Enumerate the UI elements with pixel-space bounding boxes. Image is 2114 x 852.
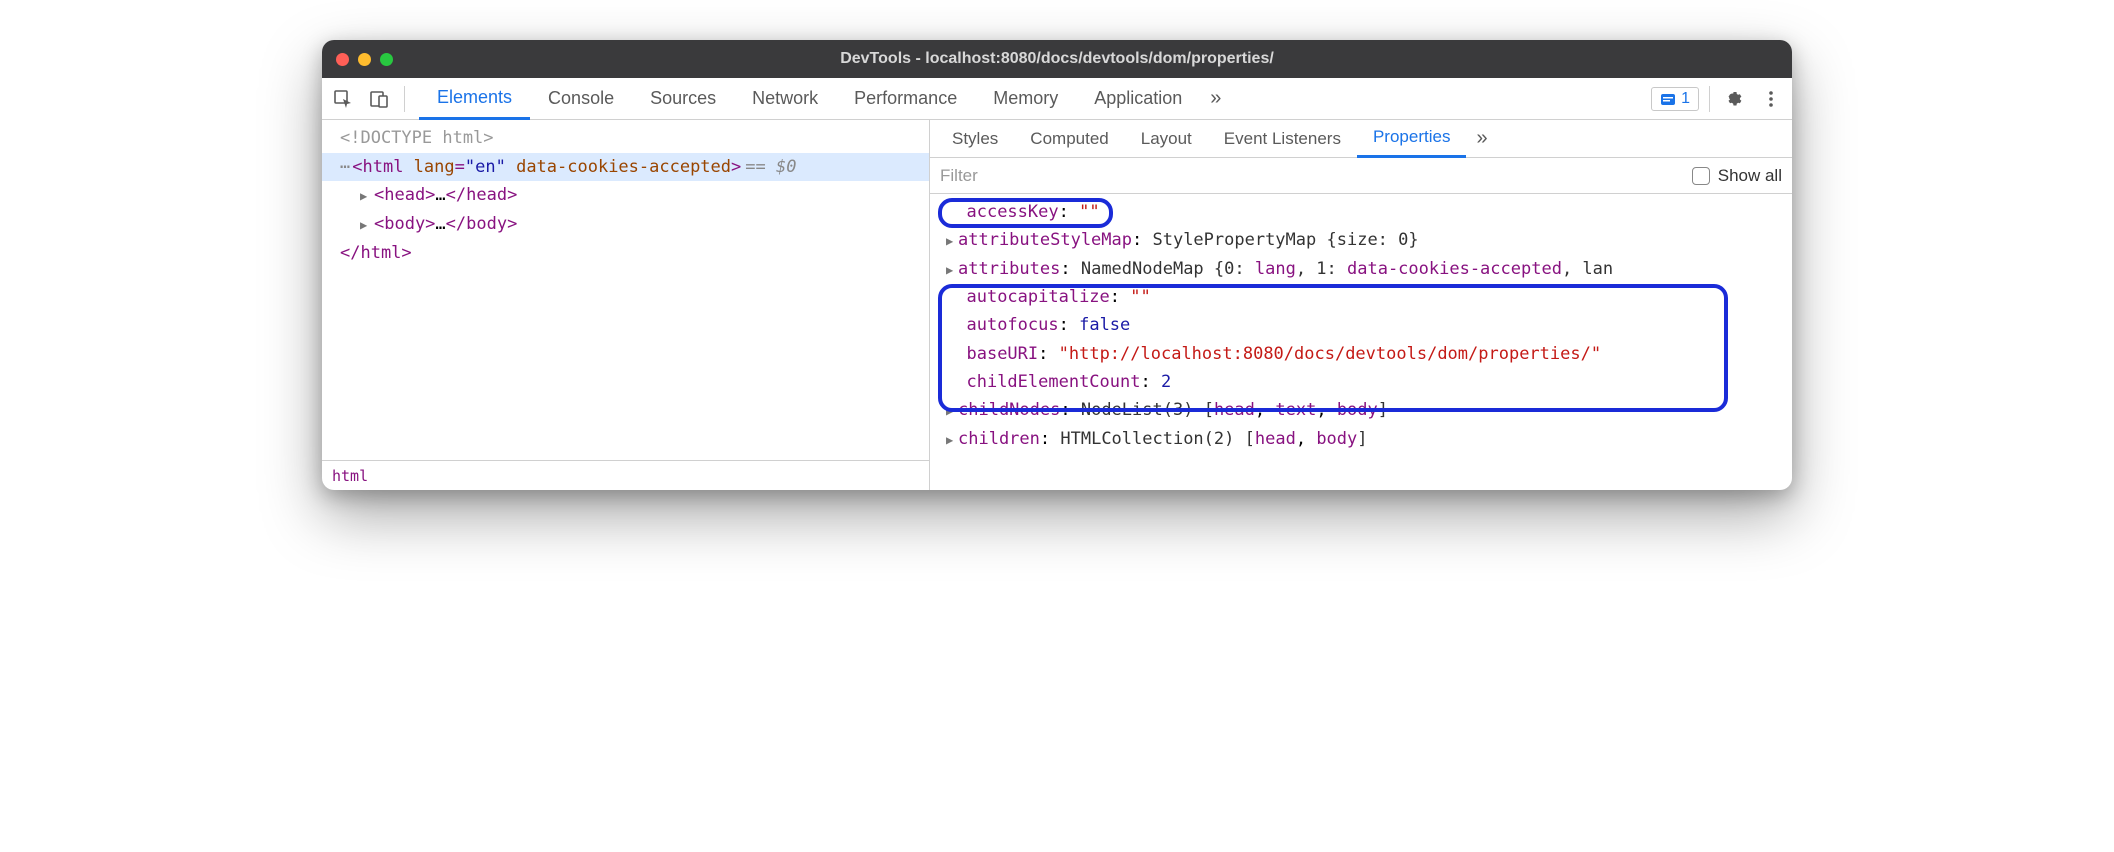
issues-count: 1	[1681, 90, 1690, 108]
more-tabs-icon[interactable]: »	[1200, 87, 1231, 110]
filter-row: Show all	[930, 158, 1792, 194]
more-subtabs-icon[interactable]: »	[1466, 127, 1497, 150]
kebab-menu-icon[interactable]	[1756, 84, 1786, 114]
tab-network[interactable]: Network	[734, 78, 836, 120]
prop-children[interactable]: ▶children: HTMLCollection(2) [head, body…	[936, 425, 1792, 453]
tab-application[interactable]: Application	[1076, 78, 1200, 120]
dom-html-open[interactable]: ⋯<html lang="en" data-cookies-accepted>=…	[322, 153, 929, 182]
content: <!DOCTYPE html> ⋯<html lang="en" data-co…	[322, 120, 1792, 490]
divider	[404, 86, 405, 112]
prop-attributes[interactable]: ▶attributes: NamedNodeMap {0: lang, 1: d…	[936, 255, 1792, 283]
window-title: DevTools - localhost:8080/docs/devtools/…	[322, 50, 1792, 68]
properties-list[interactable]: accessKey: "" ▶attributeStyleMap: StyleP…	[930, 194, 1792, 490]
tab-console[interactable]: Console	[530, 78, 632, 120]
tab-sources[interactable]: Sources	[632, 78, 734, 120]
titlebar: DevTools - localhost:8080/docs/devtools/…	[322, 40, 1792, 78]
sidebar-pane: Styles Computed Layout Event Listeners P…	[930, 120, 1792, 490]
main-toolbar: Elements Console Sources Network Perform…	[322, 78, 1792, 120]
traffic-lights	[322, 53, 393, 66]
dom-head[interactable]: ▶<head>…</head>	[322, 181, 929, 210]
dom-doctype[interactable]: <!DOCTYPE html>	[322, 124, 929, 153]
minimize-window-button[interactable]	[358, 53, 371, 66]
devtools-window: DevTools - localhost:8080/docs/devtools/…	[322, 40, 1792, 490]
issues-badge[interactable]: 1	[1651, 87, 1699, 111]
subtab-computed[interactable]: Computed	[1014, 120, 1124, 158]
tab-performance[interactable]: Performance	[836, 78, 975, 120]
close-window-button[interactable]	[336, 53, 349, 66]
show-all-label: Show all	[1718, 166, 1782, 186]
dom-html-close[interactable]: </html>	[322, 239, 929, 268]
main-tabs: Elements Console Sources Network Perform…	[419, 78, 1231, 120]
prop-childelementcount[interactable]: childElementCount: 2	[936, 368, 1792, 396]
subtab-properties[interactable]: Properties	[1357, 120, 1466, 158]
elements-pane: <!DOCTYPE html> ⋯<html lang="en" data-co…	[322, 120, 930, 490]
sub-tabs: Styles Computed Layout Event Listeners P…	[930, 120, 1792, 158]
issues-icon	[1660, 91, 1676, 107]
dom-tree[interactable]: <!DOCTYPE html> ⋯<html lang="en" data-co…	[322, 120, 929, 460]
divider	[1709, 86, 1710, 112]
filter-input[interactable]	[940, 166, 1692, 186]
show-all-toggle[interactable]: Show all	[1692, 166, 1782, 186]
prop-autofocus[interactable]: autofocus: false	[936, 311, 1792, 339]
prop-accesskey[interactable]: accessKey: ""	[936, 198, 1792, 226]
prop-childnodes[interactable]: ▶childNodes: NodeList(3) [head, text, bo…	[936, 396, 1792, 424]
prop-autocapitalize[interactable]: autocapitalize: ""	[936, 283, 1792, 311]
prop-baseuri[interactable]: baseURI: "http://localhost:8080/docs/dev…	[936, 340, 1792, 368]
subtab-event-listeners[interactable]: Event Listeners	[1208, 120, 1357, 158]
tab-memory[interactable]: Memory	[975, 78, 1076, 120]
inspect-icon[interactable]	[328, 84, 358, 114]
device-toolbar-icon[interactable]	[364, 84, 394, 114]
settings-icon[interactable]	[1720, 84, 1750, 114]
breadcrumb[interactable]: html	[322, 460, 929, 490]
subtab-styles[interactable]: Styles	[936, 120, 1014, 158]
prop-attributestylemap[interactable]: ▶attributeStyleMap: StylePropertyMap {si…	[936, 226, 1792, 254]
subtab-layout[interactable]: Layout	[1125, 120, 1208, 158]
tab-elements[interactable]: Elements	[419, 78, 530, 120]
dom-body[interactable]: ▶<body>…</body>	[322, 210, 929, 239]
show-all-checkbox[interactable]	[1692, 167, 1710, 185]
maximize-window-button[interactable]	[380, 53, 393, 66]
